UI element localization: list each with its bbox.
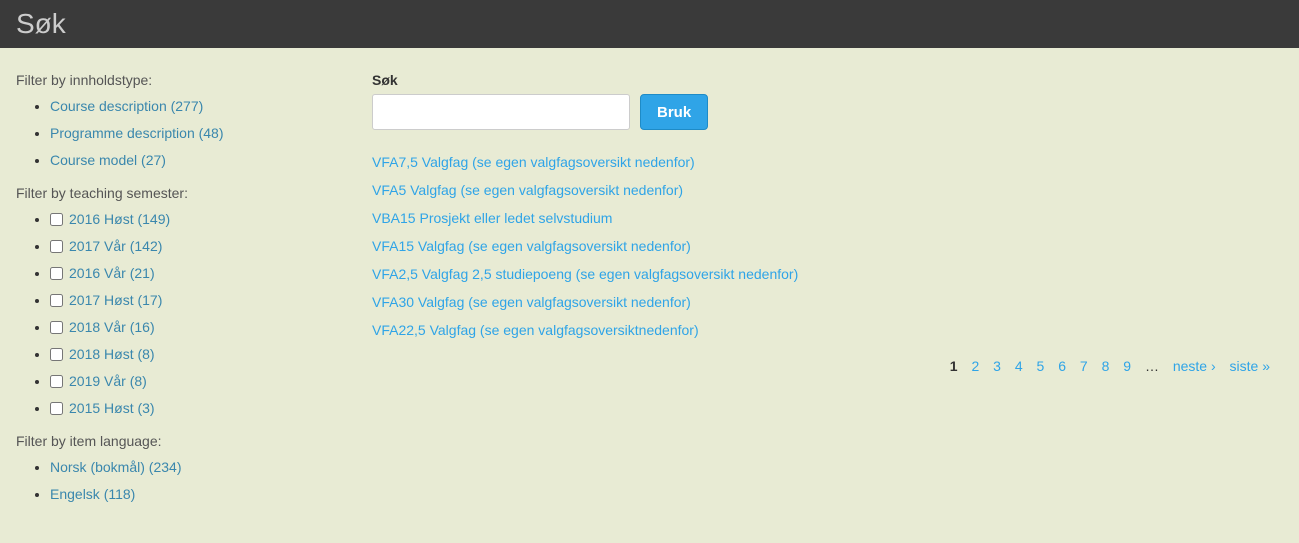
result-item: VFA2,5 Valgfag 2,5 studiepoeng (se egen … (372, 266, 1275, 282)
filter-link[interactable]: Course model (27) (50, 152, 166, 168)
result-item: VFA15 Valgfag (se egen valgfagsoversikt … (372, 238, 1275, 254)
page-link[interactable]: 9 (1123, 358, 1131, 374)
result-link[interactable]: VFA22,5 Valgfag (se egen valgfagsoversik… (372, 322, 699, 338)
search-input[interactable] (372, 94, 630, 130)
filter-item: 2019 Vår (8) (50, 371, 356, 392)
page-title: Søk (16, 8, 1283, 40)
filter-heading-semester: Filter by teaching semester: (16, 185, 356, 201)
filter-link[interactable]: 2017 Vår (142) (69, 238, 162, 254)
page-link[interactable]: 6 (1058, 358, 1066, 374)
page-link[interactable]: 2 (971, 358, 979, 374)
result-link[interactable]: VFA2,5 Valgfag 2,5 studiepoeng (se egen … (372, 266, 798, 282)
page-link[interactable]: 5 (1037, 358, 1045, 374)
filter-item: 2018 Høst (8) (50, 344, 356, 365)
page-header: Søk (0, 0, 1299, 48)
filter-link[interactable]: Norsk (bokmål) (234) (50, 459, 181, 475)
filter-item: Norsk (bokmål) (234) (50, 457, 356, 478)
filter-checkbox[interactable] (50, 267, 63, 280)
page-link[interactable]: 8 (1102, 358, 1110, 374)
filter-link[interactable]: Course description (277) (50, 98, 203, 114)
filter-heading-content-type: Filter by innholdstype: (16, 72, 356, 88)
filter-list-semester: 2016 Høst (149) 2017 Vår (142) 2016 Vår … (16, 209, 356, 419)
filter-checkbox[interactable] (50, 402, 63, 415)
filter-item: 2017 Vår (142) (50, 236, 356, 257)
filter-heading-language: Filter by item language: (16, 433, 356, 449)
filter-link[interactable]: 2019 Vår (8) (69, 373, 147, 389)
result-link[interactable]: VFA15 Valgfag (se egen valgfagsoversikt … (372, 238, 691, 254)
filter-link[interactable]: 2016 Vår (21) (69, 265, 155, 281)
main-content: Søk Bruk VFA7,5 Valgfag (se egen valgfag… (360, 72, 1287, 519)
filter-language: Filter by item language: Norsk (bokmål) … (16, 433, 356, 505)
filter-checkbox[interactable] (50, 294, 63, 307)
filter-link[interactable]: 2016 Høst (149) (69, 211, 170, 227)
result-item: VBA15 Prosjekt eller ledet selvstudium (372, 210, 1275, 226)
filter-item: Course model (27) (50, 150, 356, 171)
sidebar: Filter by innholdstype: Course descripti… (12, 72, 360, 519)
filter-checkbox[interactable] (50, 348, 63, 361)
search-submit-button[interactable]: Bruk (640, 94, 708, 130)
result-item: VFA7,5 Valgfag (se egen valgfagsoversikt… (372, 154, 1275, 170)
page-link[interactable]: 4 (1015, 358, 1023, 374)
result-item: VFA22,5 Valgfag (se egen valgfagsoversik… (372, 322, 1275, 338)
filter-item: Engelsk (118) (50, 484, 356, 505)
page-link[interactable]: 3 (993, 358, 1001, 374)
filter-checkbox[interactable] (50, 213, 63, 226)
filter-checkbox[interactable] (50, 375, 63, 388)
main-container: Filter by innholdstype: Course descripti… (0, 48, 1299, 543)
filter-link[interactable]: 2018 Vår (16) (69, 319, 155, 335)
page-ellipsis: … (1145, 358, 1159, 374)
result-link[interactable]: VFA7,5 Valgfag (se egen valgfagsoversikt… (372, 154, 695, 170)
filter-item: 2015 Høst (3) (50, 398, 356, 419)
search-row: Bruk (372, 94, 1275, 130)
filter-link[interactable]: 2017 Høst (17) (69, 292, 162, 308)
filter-link[interactable]: Engelsk (118) (50, 486, 135, 502)
filter-item: Course description (277) (50, 96, 356, 117)
filter-content-type: Filter by innholdstype: Course descripti… (16, 72, 356, 171)
page-current: 1 (950, 358, 958, 374)
result-link[interactable]: VBA15 Prosjekt eller ledet selvstudium (372, 210, 612, 226)
result-item: VFA5 Valgfag (se egen valgfagsoversikt n… (372, 182, 1275, 198)
result-link[interactable]: VFA5 Valgfag (se egen valgfagsoversikt n… (372, 182, 683, 198)
filter-item: 2018 Vår (16) (50, 317, 356, 338)
filter-checkbox[interactable] (50, 240, 63, 253)
filter-semester: Filter by teaching semester: 2016 Høst (… (16, 185, 356, 419)
filter-link[interactable]: Programme description (48) (50, 125, 224, 141)
filter-item: 2017 Høst (17) (50, 290, 356, 311)
page-link[interactable]: 7 (1080, 358, 1088, 374)
filter-item: 2016 Høst (149) (50, 209, 356, 230)
result-item: VFA30 Valgfag (se egen valgfagsoversikt … (372, 294, 1275, 310)
page-next-link[interactable]: neste › (1173, 358, 1216, 374)
search-label: Søk (372, 72, 1275, 88)
filter-link[interactable]: 2015 Høst (3) (69, 400, 155, 416)
filter-link[interactable]: 2018 Høst (8) (69, 346, 155, 362)
filter-list-language: Norsk (bokmål) (234) Engelsk (118) (16, 457, 356, 505)
result-link[interactable]: VFA30 Valgfag (se egen valgfagsoversikt … (372, 294, 691, 310)
page-last-link[interactable]: siste » (1230, 358, 1270, 374)
filter-list-content-type: Course description (277) Programme descr… (16, 96, 356, 171)
filter-checkbox[interactable] (50, 321, 63, 334)
filter-item: 2016 Vår (21) (50, 263, 356, 284)
result-list: VFA7,5 Valgfag (se egen valgfagsoversikt… (372, 154, 1275, 338)
filter-item: Programme description (48) (50, 123, 356, 144)
pagination: 1 2 3 4 5 6 7 8 9 … neste › siste » (372, 358, 1275, 374)
